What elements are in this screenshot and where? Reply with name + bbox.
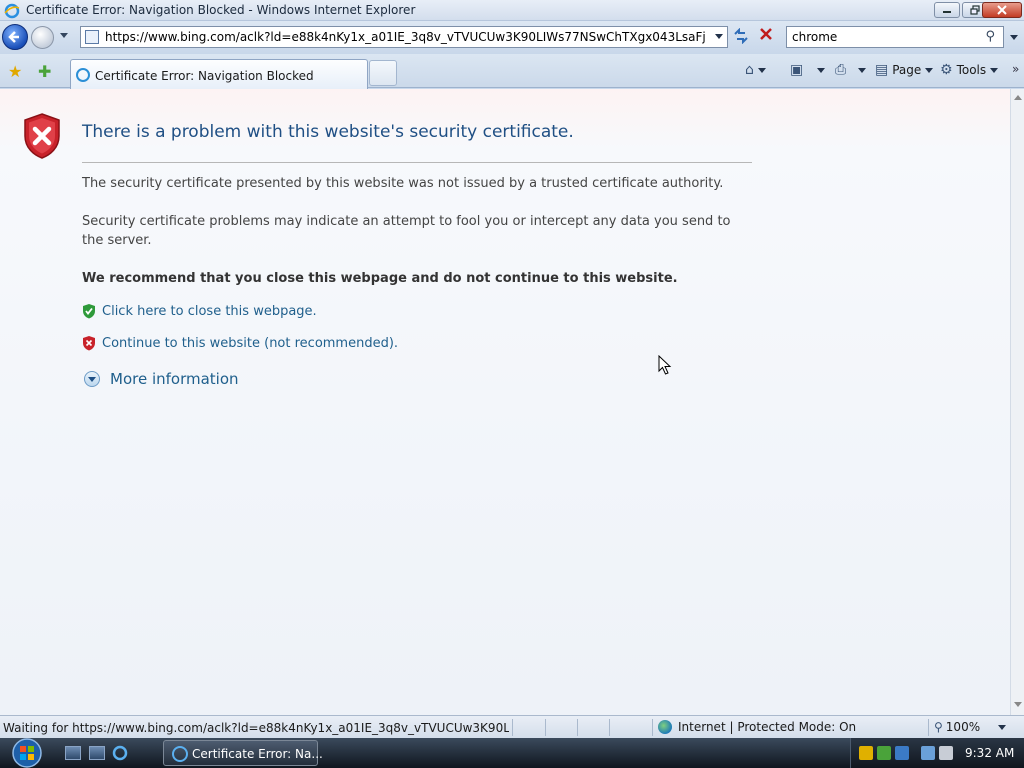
- add-favorites-icon[interactable]: ✚: [38, 62, 51, 81]
- security-zone-label: Internet | Protected Mode: On: [678, 720, 857, 734]
- home-button[interactable]: ⌂: [745, 62, 766, 78]
- title-bar: Certificate Error: Navigation Blocked - …: [0, 0, 1024, 21]
- close-icon: [997, 5, 1007, 15]
- red-shield-icon: [83, 336, 95, 351]
- tools-menu[interactable]: ⚙ Tools: [940, 62, 999, 78]
- vertical-scrollbar[interactable]: [1010, 89, 1024, 715]
- close-window-button[interactable]: [982, 2, 1022, 18]
- search-box[interactable]: ⚲: [786, 26, 1004, 48]
- status-divider: [512, 719, 513, 736]
- zoom-icon: ⚲: [934, 720, 943, 734]
- untrusted-issuer-text: The security certificate presented by th…: [82, 176, 724, 191]
- minimize-icon: [943, 11, 951, 13]
- address-bar[interactable]: https://www.bing.com/aclk?ld=e88k4nKy1x_…: [80, 26, 728, 48]
- ie-logo-icon: [4, 3, 20, 19]
- printer-icon: ⎙: [835, 62, 847, 78]
- recommendation-text: We recommend that you close this webpage…: [82, 271, 678, 286]
- error-shield-icon: [24, 113, 60, 159]
- stop-icon: [760, 28, 772, 40]
- status-divider: [577, 719, 578, 736]
- status-text: Waiting for https://www.bing.com/aclk?ld…: [3, 721, 509, 735]
- feeds-button[interactable]: ▣: [790, 62, 826, 78]
- minimize-button[interactable]: [934, 2, 960, 18]
- zoom-control[interactable]: ⚲ 100%: [934, 720, 1007, 734]
- home-dropdown[interactable]: [757, 67, 766, 73]
- more-information-label: More information: [110, 370, 239, 388]
- security-alert-icon[interactable]: [859, 746, 873, 760]
- status-bar: Waiting for https://www.bing.com/aclk?ld…: [0, 715, 1024, 738]
- back-button[interactable]: [2, 24, 28, 50]
- continue-link-row: Continue to this website (not recommende…: [82, 335, 398, 351]
- start-button[interactable]: [4, 738, 50, 768]
- divider: [82, 162, 752, 163]
- page-icon: ▤: [875, 62, 889, 78]
- switch-windows-icon[interactable]: [89, 746, 105, 760]
- home-icon: ⌂: [745, 62, 754, 78]
- print-dropdown[interactable]: [858, 67, 867, 73]
- zoom-level: 100%: [945, 720, 981, 734]
- system-tray: 9:32 AM: [850, 738, 1024, 768]
- taskbar: Certificate Error: Na... 9:32 AM: [0, 738, 1024, 768]
- taskbar-window-label: Certificate Error: Na...: [192, 747, 323, 761]
- zoom-dropdown[interactable]: [998, 724, 1007, 730]
- tab-certificate-error[interactable]: Certificate Error: Navigation Blocked: [70, 59, 368, 89]
- page-icon: [85, 30, 99, 44]
- tools-caret: [990, 67, 999, 73]
- search-input[interactable]: [792, 30, 972, 44]
- page-menu[interactable]: ▤ Page: [875, 62, 934, 78]
- continue-to-website-link[interactable]: Continue to this website (not recommende…: [102, 336, 398, 351]
- warning-text: Security certificate problems may indica…: [82, 214, 731, 248]
- windows-defender-icon[interactable]: [895, 746, 909, 760]
- page-menu-label: Page: [892, 63, 922, 77]
- show-desktop-icon[interactable]: [65, 746, 81, 760]
- more-information-toggle[interactable]: More information: [84, 370, 239, 388]
- clock[interactable]: 9:32 AM: [965, 746, 1014, 760]
- green-shield-icon: [83, 304, 95, 319]
- mouse-pointer-icon: [658, 355, 672, 375]
- status-divider: [928, 719, 929, 736]
- globe-icon: [658, 720, 672, 734]
- ie-quicklaunch-icon[interactable]: [112, 745, 128, 761]
- feeds-dropdown[interactable]: [817, 67, 826, 73]
- scroll-down-arrow[interactable]: [1014, 702, 1022, 707]
- chevron-right-icon[interactable]: »: [1012, 62, 1019, 76]
- volume-muted-icon[interactable]: [939, 746, 953, 760]
- security-zone[interactable]: Internet | Protected Mode: On: [658, 720, 856, 734]
- status-divider: [545, 719, 546, 736]
- new-tab-button[interactable]: [369, 60, 397, 86]
- ie-icon: [172, 746, 188, 762]
- address-url[interactable]: https://www.bing.com/aclk?ld=e88k4nKy1x_…: [105, 30, 705, 44]
- tab-label: Certificate Error: Navigation Blocked: [95, 69, 314, 83]
- network-icon[interactable]: [921, 746, 935, 760]
- status-divider: [652, 719, 653, 736]
- restore-icon: [970, 5, 980, 15]
- search-options-dropdown[interactable]: [1010, 35, 1018, 40]
- refresh-button[interactable]: [731, 27, 751, 46]
- network-status-icon[interactable]: [877, 746, 891, 760]
- window-title: Certificate Error: Navigation Blocked - …: [26, 3, 416, 17]
- loading-icon: [76, 68, 90, 82]
- print-button[interactable]: ⎙: [835, 62, 867, 78]
- taskbar-ie-window[interactable]: Certificate Error: Na...: [163, 740, 323, 766]
- back-arrow-icon: [8, 31, 19, 43]
- close-webpage-link-row: Click here to close this webpage.: [82, 303, 317, 319]
- navigation-bar: https://www.bing.com/aclk?ld=e88k4nKy1x_…: [0, 21, 1024, 54]
- page-caret: [925, 67, 934, 73]
- status-divider: [609, 719, 610, 736]
- search-icon[interactable]: ⚲: [985, 29, 995, 44]
- gear-icon: ⚙: [940, 62, 953, 78]
- address-dropdown[interactable]: [715, 34, 723, 39]
- page-title: There is a problem with this website's s…: [82, 122, 574, 142]
- recent-pages-dropdown[interactable]: [60, 33, 68, 38]
- favorites-star-icon[interactable]: ★: [8, 62, 22, 81]
- tab-bar: ★ ✚ Certificate Error: Navigation Blocke…: [0, 54, 1024, 89]
- stop-button[interactable]: [756, 26, 776, 48]
- chevron-down-icon: [84, 371, 100, 387]
- refresh-icon: [734, 27, 748, 45]
- forward-button[interactable]: [31, 26, 54, 49]
- rss-icon: ▣: [790, 62, 804, 78]
- close-webpage-link[interactable]: Click here to close this webpage.: [102, 304, 317, 319]
- scroll-up-arrow[interactable]: [1014, 95, 1022, 100]
- tools-menu-label: Tools: [956, 63, 987, 77]
